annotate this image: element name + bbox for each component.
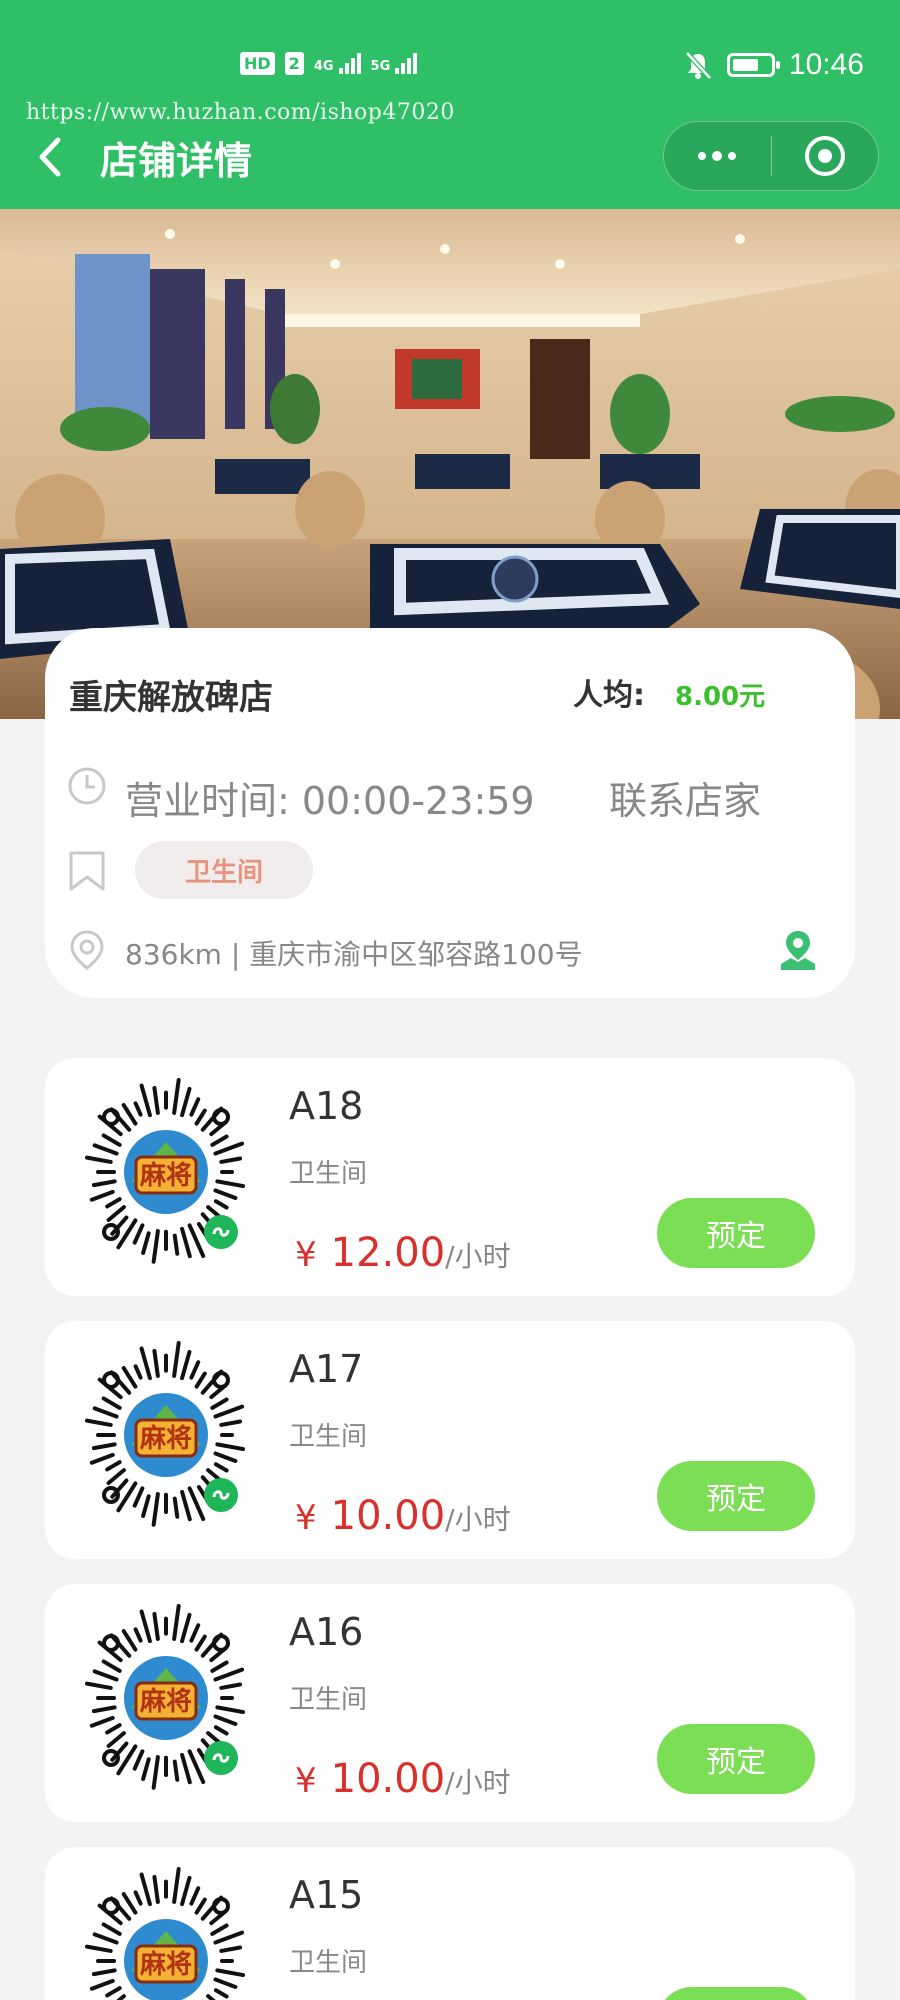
book-button[interactable]: 预定 [657, 1724, 815, 1794]
store-name: 重庆解放碑店 [69, 678, 273, 718]
avg-price-value: 8.00元 [675, 682, 766, 712]
price-unit: /小时 [445, 1240, 511, 1273]
clock-icon [68, 767, 106, 805]
currency-symbol: ¥ [295, 1498, 317, 1538]
book-button[interactable]: 预定 [657, 1987, 815, 2000]
net-4g-label: 4G [313, 59, 334, 74]
close-miniprogram-button[interactable] [772, 122, 879, 190]
chevron-left-icon [39, 137, 61, 177]
net-5g-label: 5G [370, 59, 391, 74]
more-menu-button[interactable] [664, 122, 771, 190]
room-name: A16 [289, 1610, 364, 1654]
target-icon [804, 136, 845, 176]
miniprogram-qr-code: 麻将 [84, 1340, 246, 1527]
more-dots-icon [698, 150, 737, 161]
facility-tag: 卫生间 [135, 841, 313, 899]
room-card[interactable]: 麻将 A16 卫生间 ¥ 10.00 /小时 预定 [45, 1584, 855, 1822]
signal-5g-icon: 5G [371, 53, 418, 74]
room-price: ¥ 10.00 /小时 [295, 1493, 511, 1539]
room-card[interactable]: 麻将 A15 卫生间 ¥ 预定 [45, 1847, 855, 2000]
signal-4g-icon: 4G [314, 53, 361, 74]
contact-store-link[interactable]: 联系店家 [609, 770, 761, 825]
price-amount: 10.00 [330, 1756, 446, 1802]
bookmark-icon [69, 851, 105, 891]
battery-icon [726, 53, 780, 77]
back-button[interactable] [32, 132, 72, 182]
room-name: A15 [289, 1873, 364, 1917]
room-facility-tag: 卫生间 [289, 1422, 368, 1452]
miniprogram-qr-code: 麻将 [84, 1077, 246, 1264]
map-navigation-icon[interactable] [777, 928, 819, 972]
room-card[interactable]: 麻将 A18 卫生间 ¥ 12.00 /小时 预定 [45, 1058, 855, 1296]
svg-text:麻将: 麻将 [139, 1161, 192, 1191]
currency-symbol: ¥ [295, 1761, 317, 1801]
mute-bell-icon [685, 51, 712, 80]
room-name: A17 [289, 1347, 364, 1391]
miniprogram-qr-code: 麻将 [84, 1603, 246, 1790]
page-title: 店铺详情 [100, 139, 253, 183]
room-facility-tag: 卫生间 [289, 1685, 368, 1715]
status-bar-right: 10:46 [683, 48, 864, 82]
top-header: HD 2 4G 5G 10:46 https://www.huzhan.com/… [0, 0, 900, 209]
room-card[interactable]: 麻将 A17 卫生间 ¥ 10.00 /小时 预定 [45, 1321, 855, 1559]
store-address: 836km | 重庆市渝中区邹容路100号 [125, 938, 583, 971]
miniprogram-capsule [663, 121, 879, 191]
price-unit: /小时 [445, 1503, 511, 1536]
room-facility-tag: 卫生间 [289, 1159, 368, 1189]
svg-text:麻将: 麻将 [139, 1687, 192, 1717]
book-button[interactable]: 预定 [657, 1198, 815, 1268]
price-amount: 12.00 [330, 1230, 446, 1276]
room-price: ¥ 12.00 /小时 [295, 1230, 511, 1276]
clock: 10:46 [788, 48, 864, 81]
svg-text:麻将: 麻将 [139, 1950, 192, 1980]
miniprogram-qr-code: 麻将 [84, 1866, 246, 2000]
room-price: ¥ 10.00 /小时 [295, 1756, 511, 1802]
currency-symbol: ¥ [295, 1235, 317, 1275]
sim-badge: 2 [284, 52, 304, 75]
url-watermark: https://www.huzhan.com/ishop47020 [26, 100, 455, 125]
price-amount: 10.00 [330, 1493, 446, 1539]
room-facility-tag: 卫生间 [289, 1948, 368, 1978]
status-bar-left: HD 2 4G 5G [240, 52, 418, 75]
price-unit: /小时 [445, 1766, 511, 1799]
room-name: A18 [289, 1084, 364, 1128]
svg-text:麻将: 麻将 [139, 1424, 192, 1454]
hd-badge: HD [240, 52, 275, 75]
location-pin-icon [70, 930, 104, 970]
store-info-card: 重庆解放碑店 人均: 8.00元 营业时间: 00:00-23:59 联系店家 … [45, 628, 855, 998]
book-button[interactable]: 预定 [657, 1461, 815, 1531]
avg-price-label: 人均: [573, 678, 645, 713]
business-hours: 营业时间: 00:00-23:59 [125, 779, 535, 823]
